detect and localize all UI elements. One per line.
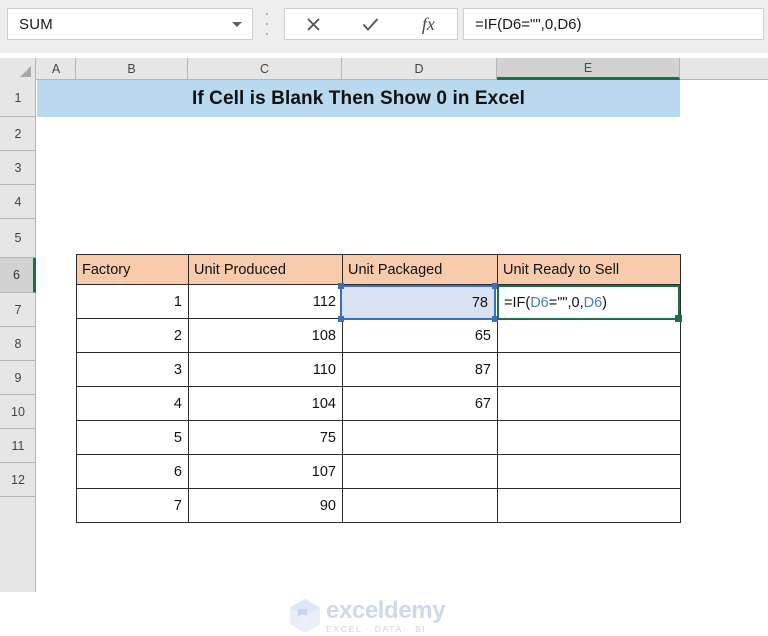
cell-produced[interactable]: 90 <box>188 488 343 523</box>
row-header-11[interactable]: 11 <box>0 429 36 463</box>
active-cell-e6[interactable]: =IF(D6 ="",0, D6) <box>497 285 682 322</box>
cell-factory[interactable]: 6 <box>76 454 189 489</box>
page-title: If Cell is Blank Then Show 0 in Excel <box>191 87 526 109</box>
cell-packaged[interactable] <box>342 454 498 489</box>
cell-produced[interactable]: 107 <box>188 454 343 489</box>
row-header-5[interactable]: 5 <box>0 219 36 258</box>
enter-check-icon[interactable] <box>342 9 399 39</box>
row-header-7[interactable]: 7 <box>0 293 36 327</box>
cell-packaged[interactable] <box>342 420 498 455</box>
cell-produced[interactable]: 110 <box>188 352 343 387</box>
fx-icon[interactable]: fx <box>400 9 457 39</box>
formula-middle: ="",0, <box>548 294 584 311</box>
table-row: 4 104 67 <box>76 386 681 421</box>
column-header-ready[interactable]: Unit Ready to Sell <box>497 254 681 285</box>
row-header-4[interactable]: 4 <box>0 185 36 219</box>
cancel-x-icon[interactable] <box>285 9 342 39</box>
cell-ready[interactable] <box>497 352 681 387</box>
formula-input[interactable]: =IF(D6="",0,D6) <box>463 8 764 40</box>
exceldemy-logo-icon <box>290 599 320 633</box>
cell-factory[interactable]: 4 <box>76 386 189 421</box>
cell-factory[interactable]: 1 <box>76 284 189 319</box>
referenced-cell-d6[interactable]: 78 <box>338 283 498 322</box>
column-header-packaged[interactable]: Unit Packaged <box>342 254 498 285</box>
column-header-factory[interactable]: Factory <box>76 254 189 285</box>
formula-suffix: ) <box>602 294 608 311</box>
table-row: 2 108 65 <box>76 318 681 353</box>
fill-handle[interactable] <box>675 315 682 322</box>
cell-ready[interactable] <box>497 488 681 523</box>
title-banner-cell[interactable]: If Cell is Blank Then Show 0 in Excel <box>37 80 680 117</box>
cell-packaged[interactable] <box>342 488 498 523</box>
chevron-down-icon[interactable] <box>232 22 242 27</box>
cell-factory[interactable]: 5 <box>76 420 189 455</box>
watermark-text: exceldemy EXCEL · DATA · BI <box>326 596 446 634</box>
row-header-band: 1 2 3 4 5 6 7 8 9 10 11 12 <box>0 80 36 592</box>
column-header-b[interactable]: B <box>76 58 188 80</box>
sheet-canvas[interactable]: If Cell is Blank Then Show 0 in Excel Fa… <box>37 80 768 592</box>
table-row: 6 107 <box>76 454 681 489</box>
formula-reference-2: D6 <box>583 294 603 311</box>
cell-produced[interactable]: 104 <box>188 386 343 421</box>
formula-reference-1: D6 <box>530 294 549 311</box>
cell-produced[interactable]: 75 <box>188 420 343 455</box>
table-row: 7 90 <box>76 488 681 523</box>
worksheet-grid: A B C D E 1 2 3 4 5 6 7 8 9 10 11 12 If … <box>0 53 768 634</box>
name-box[interactable]: SUM <box>7 8 253 40</box>
cell-factory[interactable]: 2 <box>76 318 189 353</box>
cell-packaged[interactable]: 87 <box>342 352 498 387</box>
formula-action-buttons: fx <box>284 8 458 40</box>
cell-factory[interactable]: 3 <box>76 352 189 387</box>
cell-packaged[interactable]: 65 <box>342 318 498 353</box>
row-header-3[interactable]: 3 <box>0 151 36 185</box>
table-row: 5 75 <box>76 420 681 455</box>
row-header-12[interactable]: 12 <box>0 463 36 497</box>
formula-prefix: =IF( <box>504 294 531 311</box>
insert-function-label: fx <box>421 13 435 34</box>
referenced-cell-value: 78 <box>471 294 488 311</box>
row-header-10[interactable]: 10 <box>0 395 36 429</box>
corner-triangle <box>20 66 31 77</box>
cell-ready[interactable] <box>497 454 681 489</box>
column-header-produced[interactable]: Unit Produced <box>188 254 343 285</box>
column-header-e[interactable]: E <box>497 58 680 80</box>
column-header-d[interactable]: D <box>342 58 497 80</box>
watermark-name: exceldemy <box>326 596 446 624</box>
formula-input-value: =IF(D6="",0,D6) <box>475 15 582 33</box>
cell-factory[interactable]: 7 <box>76 488 189 523</box>
column-header-a[interactable]: A <box>37 58 76 80</box>
watermark: exceldemy EXCEL · DATA · BI <box>288 596 483 636</box>
cell-ready[interactable] <box>497 420 681 455</box>
reference-handle-top-left[interactable] <box>338 283 344 289</box>
row-header-8[interactable]: 8 <box>0 327 36 361</box>
kebab-dot <box>266 13 268 15</box>
cell-ready[interactable] <box>497 386 681 421</box>
column-header-c[interactable]: C <box>188 58 342 80</box>
row-header-9[interactable]: 9 <box>0 361 36 395</box>
column-header-band: A B C D E <box>0 58 768 80</box>
table-header-row: Factory Unit Produced Unit Packaged Unit… <box>76 254 681 285</box>
kebab-dot <box>266 23 268 25</box>
kebab-dot <box>266 33 268 35</box>
more-options-icon[interactable] <box>262 13 272 35</box>
select-all-triangle-icon[interactable] <box>0 58 36 80</box>
cell-produced[interactable]: 108 <box>188 318 343 353</box>
cell-ready[interactable] <box>497 318 681 353</box>
row-header-6[interactable]: 6 <box>0 258 36 293</box>
name-box-value: SUM <box>19 15 53 33</box>
table-row: 3 110 87 <box>76 352 681 387</box>
row-header-2[interactable]: 2 <box>0 117 36 151</box>
cell-produced[interactable]: 112 <box>188 284 343 319</box>
row-header-1[interactable]: 1 <box>0 80 36 117</box>
cell-packaged[interactable]: 67 <box>342 386 498 421</box>
reference-handle-bottom-left[interactable] <box>338 316 344 322</box>
formula-bar-strip: SUM fx =IF(D6="",0,D6) <box>0 0 768 53</box>
watermark-tagline: EXCEL · DATA · BI <box>326 623 427 634</box>
